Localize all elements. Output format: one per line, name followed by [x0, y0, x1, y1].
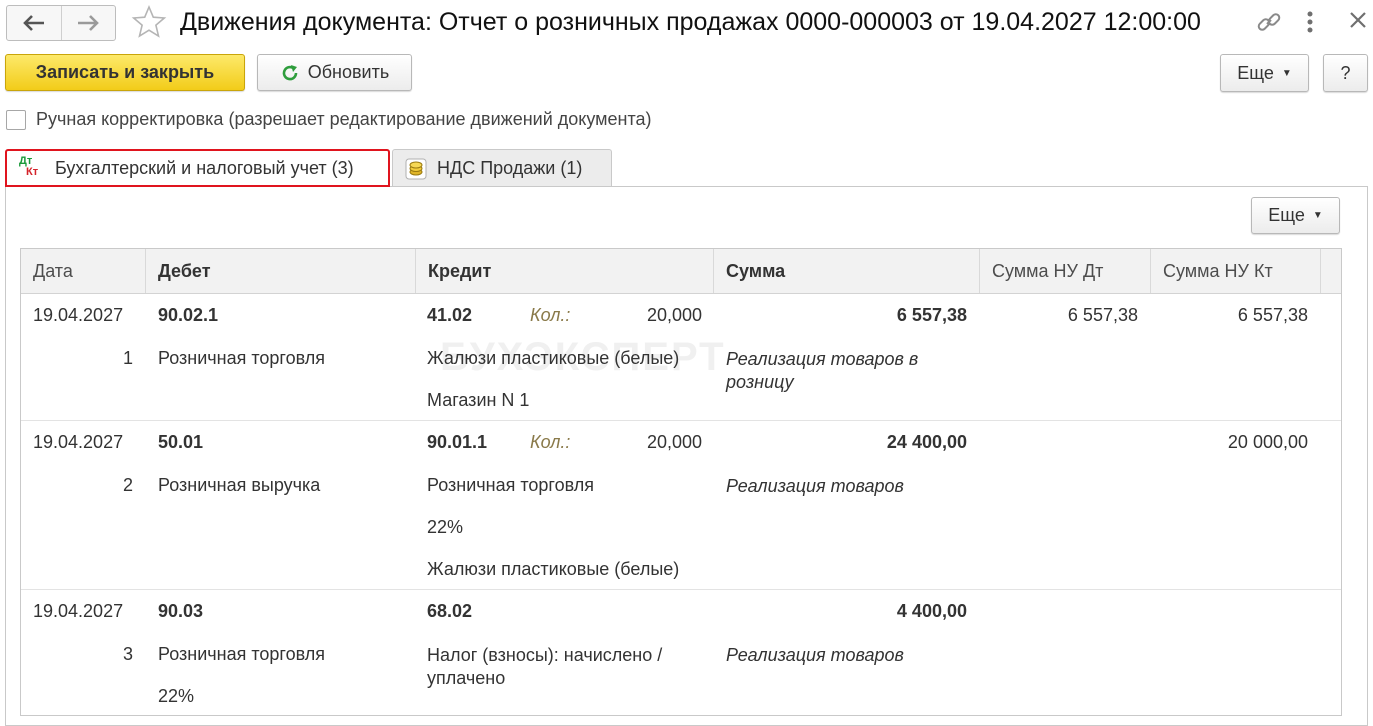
row-number: 2: [122, 475, 133, 495]
tab-accounting[interactable]: Дт Кт Бухгалтерский и налоговый учет (3): [5, 149, 390, 187]
help-label: ?: [1340, 62, 1351, 83]
help-button[interactable]: ?: [1323, 54, 1368, 92]
row-date: 19.04.2027: [33, 601, 124, 621]
qty-label: Кол.:: [530, 432, 571, 452]
row-number: 3: [122, 644, 133, 664]
column-header-debit[interactable]: Дебет: [146, 249, 416, 293]
refresh-icon: [282, 64, 298, 80]
nav-group: [6, 5, 116, 41]
column-header-credit[interactable]: Кредит: [416, 249, 714, 293]
debit-account: 90.03: [158, 601, 204, 621]
qty-label: Кол.:: [530, 305, 571, 325]
table-more-label: Еще: [1268, 205, 1305, 225]
debit-subconto: 22%: [158, 686, 195, 706]
column-header-sum-nu-kt[interactable]: Сумма НУ Кт: [1151, 249, 1321, 293]
credit-subconto: Розничная торговля: [427, 475, 594, 495]
column-header-sum-nu-dt[interactable]: Сумма НУ Дт: [980, 249, 1151, 293]
coins-icon: [405, 158, 427, 179]
credit-subconto: 22%: [427, 517, 464, 537]
credit-subconto: Налог (взносы): начислено / уплачено: [427, 645, 663, 688]
refresh-label: Обновить: [307, 62, 390, 82]
debit-subconto: Розничная торговля: [158, 644, 325, 664]
sum-nu-kt: 20 000,00: [1227, 432, 1308, 452]
refresh-button[interactable]: Обновить: [257, 54, 412, 91]
sum-comment: Реализация товаров: [726, 645, 904, 665]
table-row[interactable]: 19.04.2027 1 90.02.1 Розничная торговля …: [21, 293, 1341, 421]
debit-subconto: Розничная выручка: [158, 475, 321, 495]
sum-nu-kt: 6 557,38: [1237, 305, 1308, 325]
more-vertical-icon[interactable]: [1306, 10, 1314, 34]
tab-vat-sales[interactable]: НДС Продажи (1): [392, 149, 612, 187]
credit-account: 68.02: [427, 601, 473, 621]
more-button[interactable]: Еще ▼: [1220, 54, 1309, 92]
debit-subconto: Розничная торговля: [158, 348, 325, 368]
credit-subconto: Жалюзи пластиковые (белые): [427, 559, 680, 579]
debit-account: 90.02.1: [158, 305, 219, 325]
close-icon[interactable]: [1349, 11, 1367, 29]
chevron-down-icon: ▼: [1281, 67, 1292, 79]
kt-icon-text: Кт: [26, 166, 39, 178]
manual-edit-checkbox[interactable]: [6, 109, 26, 130]
dt-kt-icon: Дт Кт: [19, 155, 45, 181]
row-date: 19.04.2027: [33, 432, 124, 452]
arrow-right-icon: [78, 15, 100, 31]
column-header-sum[interactable]: Сумма: [714, 249, 980, 293]
table-header: Дата Дебет Кредит Сумма Сумма НУ Дт Сумм…: [21, 249, 1341, 294]
arrow-left-icon: [22, 15, 44, 31]
credit-account: 90.01.1: [427, 432, 488, 452]
title-bar: Движения документа: Отчет о розничных пр…: [0, 0, 1373, 46]
window-title: Движения документа: Отчет о розничных пр…: [180, 8, 1201, 36]
column-header-date[interactable]: Дата: [21, 249, 146, 293]
sum-nu-dt: 6 557,38: [1067, 305, 1138, 325]
credit-subconto: Магазин N 1: [427, 390, 530, 410]
save-and-close-button[interactable]: Записать и закрыть: [5, 54, 245, 91]
sum-value: 4 400,00: [896, 601, 967, 621]
link-icon[interactable]: [1256, 9, 1282, 35]
manual-edit-row: Ручная корректировка (разрешает редактир…: [6, 109, 652, 130]
more-label: Еще: [1237, 62, 1274, 83]
favorite-star-icon[interactable]: [131, 4, 167, 40]
tab-vat-sales-label: НДС Продажи (1): [437, 158, 583, 178]
sum-value: 6 557,38: [896, 305, 967, 325]
sum-comment: Реализация товаров в розницу: [726, 349, 919, 392]
debit-account: 50.01: [158, 432, 204, 452]
sum-value: 24 400,00: [886, 432, 967, 452]
credit-account: 41.02: [427, 305, 473, 325]
chevron-down-icon: ▼: [1312, 210, 1323, 221]
sum-comment: Реализация товаров: [726, 476, 904, 496]
save-and-close-label: Записать и закрыть: [35, 62, 215, 82]
qty-value: 20,000: [646, 432, 702, 452]
table-row[interactable]: 19.04.2027 2 50.01 Розничная выручка 90.…: [21, 420, 1341, 590]
forward-button[interactable]: [60, 6, 116, 40]
row-date: 19.04.2027: [33, 305, 124, 325]
table-more-button[interactable]: Еще ▼: [1251, 197, 1340, 234]
credit-subconto: Жалюзи пластиковые (белые): [427, 348, 680, 368]
manual-edit-label[interactable]: Ручная корректировка (разрешает редактир…: [36, 109, 652, 130]
entries-table[interactable]: Дата Дебет Кредит Сумма Сумма НУ Дт Сумм…: [20, 248, 1342, 716]
qty-value: 20,000: [646, 305, 702, 325]
row-number: 1: [122, 348, 133, 368]
back-button[interactable]: [7, 6, 61, 40]
table-row[interactable]: 19.04.2027 3 90.03 Розничная торговля 22…: [21, 589, 1341, 715]
tab-accounting-label: Бухгалтерский и налоговый учет (3): [55, 157, 354, 178]
